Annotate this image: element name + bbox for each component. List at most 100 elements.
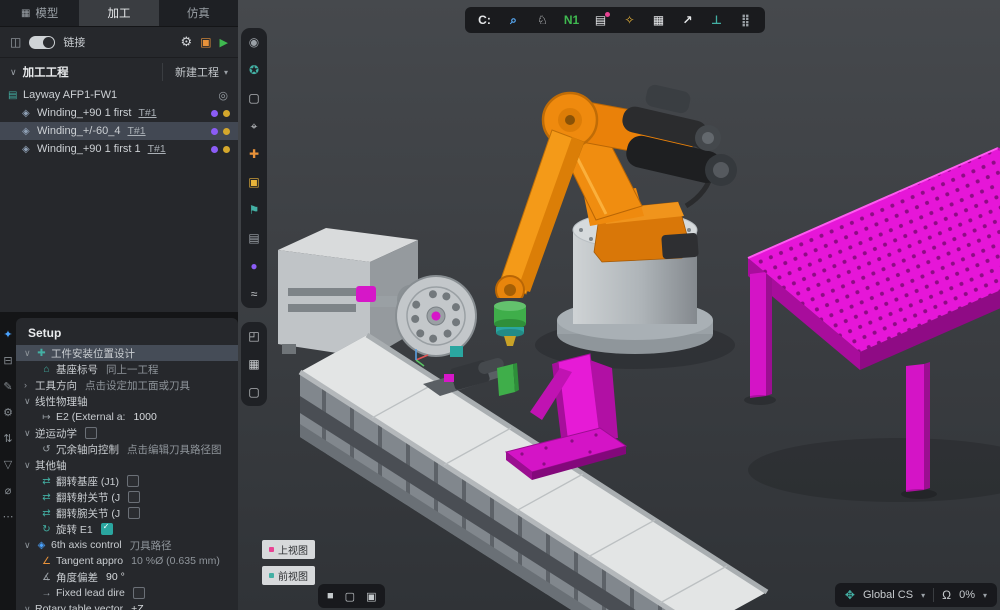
project-item-settings-icon[interactable]: ◎ [218,89,228,102]
points-display-icon[interactable]: ■ [327,590,334,602]
setup-row[interactable]: → Fixed lead dire [16,585,238,601]
display-icon[interactable]: ▢ [248,386,259,398]
table-icon[interactable]: ▦ [645,9,672,31]
project-tree-item[interactable]: ◈ Winding_+90 1 first 1 T#1 [0,140,238,158]
setup-row-value[interactable]: 点击编辑刀具路径图 [127,442,222,457]
expander-icon[interactable]: ∨ [24,428,35,439]
expander-icon[interactable]: ∨ [24,540,35,551]
expander-icon[interactable]: ∨ [24,396,35,407]
locate-icon[interactable]: ⌖ [251,120,258,132]
setup-row[interactable]: ∠ Tangent appro 10 %Ø (0.635 mm) [16,553,238,569]
box-icon[interactable]: ◰ [248,330,259,342]
tab-simulation[interactable]: 仿真 [159,0,238,26]
operator-icon[interactable]: ✪ [249,64,259,76]
project-tree-item[interactable]: ▤ Layway AFP1-FW1 ◎ [0,86,238,104]
tool-assignment-link[interactable]: T#1 [148,143,166,155]
checkbox[interactable] [128,491,140,503]
chip-top-view[interactable]: 上视图 [262,540,315,559]
search-icon[interactable]: ⌕ [500,9,527,31]
setup-row[interactable]: ∨ 其他轴 [16,457,238,473]
wireframe-display-icon[interactable]: ▢ [345,590,355,603]
setup-row[interactable]: ↺ 冗余轴向控制 点击编辑刀具路径图 [16,441,238,457]
program-icon[interactable]: C: [471,9,498,31]
wave-icon[interactable]: ≈ [251,288,258,300]
pattern-icon[interactable]: ⣿ [732,9,759,31]
node-icon[interactable]: ● [250,260,257,272]
tool-assignment-link[interactable]: T#1 [127,125,145,137]
setup-row-value[interactable]: 1000 [133,411,156,423]
setup-row[interactable]: ∨ ✚ 工件安装位置设计 [16,345,238,361]
expander-icon[interactable]: ∨ [24,604,35,610]
tab-machining[interactable]: 加工 [79,0,158,26]
flag-icon[interactable]: ⚑ [249,204,260,216]
setup-row[interactable]: ⇄ 翻转基座 (J1) [16,473,238,489]
setup-row[interactable]: ∨ 线性物理轴 [16,393,238,409]
wall-icon[interactable]: ▤ [248,232,259,244]
edit-icon[interactable]: ✎ [3,382,12,393]
shaded-display-icon[interactable]: ▣ [366,590,376,603]
setup-row[interactable]: ↦ E2 (External a: 1000 [16,409,238,425]
setup-row-value[interactable]: 同上一工程 [106,362,159,377]
setup-row-value[interactable]: +Z [131,603,144,610]
setup-row[interactable]: ⌂ 基座标号 同上一工程 [16,361,238,377]
collapse-icon[interactable]: ∨ [10,67,17,78]
printer-icon[interactable]: ⊟ [3,356,12,367]
tool-assignment-link[interactable]: T#1 [138,107,156,119]
setup-row-label: 基座标号 [56,362,98,377]
probe-icon[interactable]: ⊥ [703,9,730,31]
new-project-button[interactable]: 新建工程 ▾ [162,63,228,81]
setup-row-icon: ↺ [40,444,53,455]
quick-tool-icon[interactable]: ✦ [3,330,12,341]
viewport-3d[interactable] [238,0,1000,610]
setup-row[interactable]: ↻ 旋转 E1 [16,521,238,537]
chevron-down-icon[interactable]: ▾ [921,591,925,600]
setup-row[interactable]: ∨ 逆运动学 [16,425,238,441]
setup-row-value[interactable]: 90 ° [106,571,125,583]
filter-icon[interactable]: ▽ [4,460,12,471]
run-button[interactable]: ▶ [220,36,228,49]
setup-row[interactable]: ⇄ 翻转射关节 (J [16,489,238,505]
setup-row-value[interactable]: 10 %Ø (0.635 mm) [131,555,220,567]
setup-row[interactable]: › 工具方向 点击设定加工面或刀具 [16,377,238,393]
robot-icon[interactable]: ◉ [249,36,259,48]
csys-selector[interactable]: Global CS [863,589,913,601]
setup-row[interactable]: ∨ ◈ 6th axis control 刀具路径 [16,537,238,553]
expander-icon[interactable]: ∨ [24,460,35,471]
checkbox[interactable] [127,475,139,487]
expander-icon[interactable]: ∨ [24,348,35,359]
setup-row-value[interactable]: 刀具路径 [130,538,172,553]
package-icon[interactable]: ▣ [200,35,211,49]
project-tree-item[interactable]: ◈ Winding_+/-60_4 T#1 [0,122,238,140]
tool-icon[interactable]: ✚ [249,148,259,160]
sort-icon[interactable]: ⇅ [3,434,12,445]
more-icon[interactable]: ⋯ [3,512,14,523]
robot-post-icon[interactable]: ♘ [529,9,556,31]
analysis-icon[interactable]: ↗ [674,9,701,31]
setup-tree: ∨ ✚ 工件安装位置设计 ⌂ 基座标号 同上一工程 › 工具方向 点击设定加工面… [16,345,238,610]
chip-front-view[interactable]: 前视图 [262,566,315,585]
report-icon[interactable]: ▤ [587,9,614,31]
nc-code-icon[interactable]: N1 [558,9,585,31]
setup-row[interactable]: ∡ 角度偏差 90 ° [16,569,238,585]
chevron-down-icon[interactable]: ▾ [983,591,987,600]
settings-icon[interactable]: ⚙ [3,408,13,419]
checkbox[interactable] [133,587,145,599]
tab-model[interactable]: ▦ 模型 [0,0,79,26]
optimize-icon[interactable]: ✧ [616,9,643,31]
checkbox[interactable] [128,507,140,519]
grid-icon[interactable]: ▦ [248,358,259,370]
bell-icon[interactable]: Ω [942,588,951,602]
gear-icon[interactable]: ⚙ [181,34,193,50]
setup-row[interactable]: ∨ Rotary table vector +Z [16,601,238,610]
measure-icon[interactable]: ⌀ [5,486,12,497]
setup-row-value[interactable]: 点击设定加工面或刀具 [85,378,190,393]
project-tree-item[interactable]: ◈ Winding_+90 1 first T#1 [0,104,238,122]
setup-row[interactable]: ⇄ 翻转腕关节 (J [16,505,238,521]
checkbox[interactable] [101,523,113,535]
link-toggle[interactable] [29,36,55,49]
checkbox[interactable] [85,427,97,439]
material-icon[interactable]: ▣ [248,176,259,188]
expander-icon[interactable]: › [24,380,35,390]
frame-icon[interactable]: ▢ [248,92,259,104]
setup-row-icon: ◈ [35,540,48,551]
